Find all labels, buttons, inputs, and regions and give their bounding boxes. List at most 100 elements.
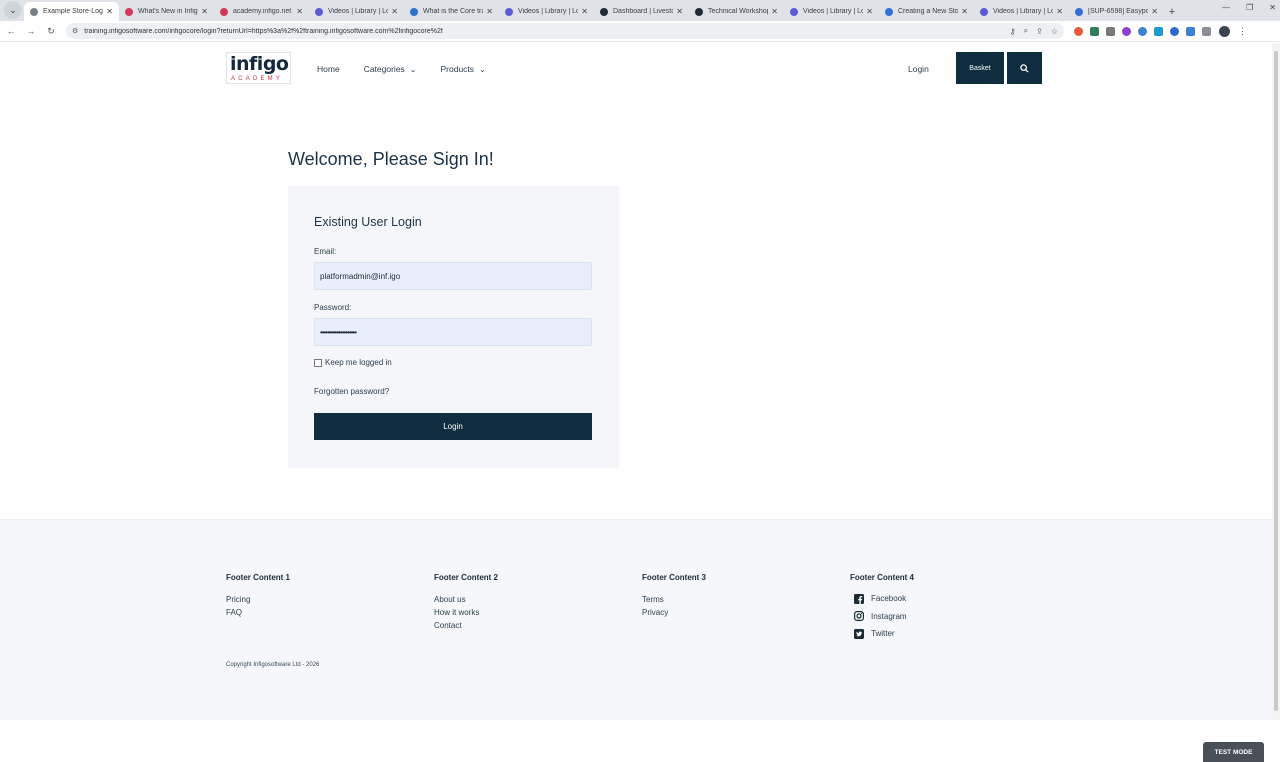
footer-link-privacy[interactable]: Privacy (642, 606, 706, 619)
address-url[interactable]: training.infigosoftware.com/infigocore/l… (84, 28, 1002, 35)
tab-close-icon[interactable]: ✕ (201, 7, 208, 16)
footer-link-instagram[interactable]: Instagram (850, 608, 914, 626)
tab-close-icon[interactable]: ✕ (391, 7, 398, 16)
password-field[interactable] (314, 318, 592, 346)
close-window-icon[interactable]: ✕ (1269, 3, 1276, 12)
remember-me-checkbox[interactable] (314, 358, 322, 367)
browser-tab[interactable]: What is the Core trainin✕ (404, 2, 499, 21)
nav-item-products[interactable]: Products ⌄ (441, 64, 486, 74)
address-bar[interactable]: ⚙ training.infigosoftware.com/infigocore… (66, 23, 1064, 39)
browser-tab[interactable]: Videos | Library | Loom✕ (784, 2, 879, 21)
extension-icon[interactable] (1170, 26, 1179, 36)
tab-close-icon[interactable]: ✕ (1056, 7, 1063, 16)
footer-link-facebook[interactable]: Facebook (850, 590, 914, 608)
tab-close-icon[interactable]: ✕ (676, 7, 683, 16)
tab-search-icon[interactable]: ⌄ (4, 1, 22, 19)
browser-tab[interactable]: academy.infigo.net ✕ (214, 2, 309, 21)
tab-title: What is the Core trainin (423, 8, 483, 15)
footer-link-faq[interactable]: FAQ (226, 606, 290, 619)
extension-icon[interactable] (1186, 26, 1195, 36)
tab-favicon-icon (790, 7, 798, 16)
bookmark-star-icon[interactable]: ☆ (1051, 27, 1058, 36)
reload-icon[interactable]: ↻ (42, 26, 60, 37)
password-key-icon[interactable]: ⚷ (1010, 27, 1016, 36)
browser-tab[interactable]: Videos | Library | Loom✕ (309, 2, 404, 21)
back-icon[interactable]: ← (2, 26, 20, 36)
browser-tab[interactable]: Dashboard | Livestorm✕ (594, 2, 689, 21)
tab-title: [SUP-6598] Easypost is (1088, 8, 1149, 15)
tab-close-icon[interactable]: ✕ (106, 7, 113, 16)
browser-toolbar: ← → ↻ ⚙ training.infigosoftware.com/infi… (0, 21, 1280, 42)
login-button[interactable]: Login (314, 413, 592, 440)
extension-icon[interactable] (1074, 26, 1083, 36)
footer-link-about[interactable]: About us (434, 593, 498, 606)
main-nav: Home Categories ⌄ Products ⌄ (317, 64, 510, 74)
extension-icon[interactable] (1090, 26, 1099, 36)
footer-column-2: Footer Content 2 About us How it works C… (434, 573, 498, 632)
extensions-puzzle-icon[interactable] (1202, 26, 1211, 36)
tab-title: academy.infigo.net (233, 8, 292, 15)
extension-icon[interactable] (1138, 26, 1147, 36)
footer-link-pricing[interactable]: Pricing (226, 593, 290, 606)
tab-close-icon[interactable]: ✕ (771, 7, 778, 16)
browser-tab[interactable]: Example Store-Login ✕ (24, 2, 119, 21)
tab-close-icon[interactable]: ✕ (1151, 7, 1158, 16)
browser-tab[interactable]: Creating a New Store ✕ (879, 2, 974, 21)
search-button[interactable] (1007, 52, 1042, 84)
tab-title: Dashboard | Livestorm (613, 8, 674, 15)
browser-tab[interactable]: [SUP-6598] Easypost is✕ (1069, 2, 1164, 21)
nav-item-label: Home (317, 64, 340, 74)
tab-favicon-icon (315, 7, 323, 16)
footer-link-twitter[interactable]: Twitter (850, 625, 914, 643)
forward-icon[interactable]: → (22, 26, 40, 36)
search-icon (1020, 63, 1029, 73)
site-info-icon[interactable]: ⚙ (72, 27, 78, 35)
footer-link-contact[interactable]: Contact (434, 619, 498, 632)
restore-icon[interactable]: ❐ (1246, 3, 1253, 12)
nav-item-categories[interactable]: Categories ⌄ (364, 64, 417, 74)
basket-button[interactable]: Basket (956, 52, 1004, 84)
profile-avatar[interactable] (1219, 25, 1230, 37)
tab-title: Creating a New Store (898, 8, 959, 15)
infigo-logo[interactable]: infigo ACADEMY (226, 52, 291, 84)
extension-icon[interactable] (1122, 26, 1131, 36)
remember-me-row[interactable]: Keep me logged in (314, 358, 392, 367)
nav-item-home[interactable]: Home (317, 64, 340, 74)
tab-favicon-icon (125, 7, 133, 16)
footer-link-terms[interactable]: Terms (642, 593, 706, 606)
email-label: Email: (314, 247, 337, 256)
instagram-icon (854, 611, 864, 622)
browser-tabstrip: ⌄ Example Store-Login ✕ What's New in Infi… (0, 0, 1280, 21)
tab-favicon-icon (885, 7, 893, 16)
site-header: infigo ACADEMY Home Categories ⌄ Products ⌄ … (226, 52, 1042, 85)
browser-menu-icon[interactable]: ⋮ (1238, 26, 1247, 37)
tab-title: Videos | Library | Loom (328, 8, 389, 15)
scrollbar-thumb[interactable] (1274, 51, 1278, 711)
forgot-password-link[interactable]: Forgotten password? (314, 387, 389, 396)
new-tab-icon[interactable]: + (1164, 2, 1180, 21)
facebook-label: Facebook (871, 594, 907, 604)
tab-close-icon[interactable]: ✕ (866, 7, 873, 16)
tab-close-icon[interactable]: ✕ (581, 7, 588, 16)
browser-tab[interactable]: What's New in Infigo?✕ (119, 2, 214, 21)
page-scrollbar[interactable] (1272, 43, 1280, 720)
tab-close-icon[interactable]: ✕ (486, 7, 493, 16)
footer-link-how-it-works[interactable]: How it works (434, 606, 498, 619)
tab-close-icon[interactable]: ✕ (296, 7, 303, 16)
zoom-icon[interactable]: ⌕ (1024, 26, 1028, 36)
minimize-icon[interactable]: — (1222, 3, 1230, 12)
tab-favicon-icon (505, 7, 513, 16)
tab-close-icon[interactable]: ✕ (961, 7, 968, 16)
facebook-icon (854, 593, 864, 604)
browser-tab[interactable]: Videos | Library | Loom✕ (499, 2, 594, 21)
share-icon[interactable]: ⇪ (1036, 27, 1043, 36)
extension-icon[interactable] (1106, 26, 1115, 36)
browser-tab[interactable]: Technical Workshop | L✕ (689, 2, 784, 21)
email-field[interactable] (314, 262, 592, 290)
extension-icon[interactable] (1154, 26, 1163, 36)
header-login-link[interactable]: Login (908, 64, 929, 74)
password-label: Password: (314, 303, 352, 312)
tab-title: What's New in Infigo? (138, 8, 198, 15)
browser-tab[interactable]: Videos | Library | Loom✕ (974, 2, 1069, 21)
copyright-text: Copyright Infigosoftware Ltd - 2026 (226, 662, 320, 668)
